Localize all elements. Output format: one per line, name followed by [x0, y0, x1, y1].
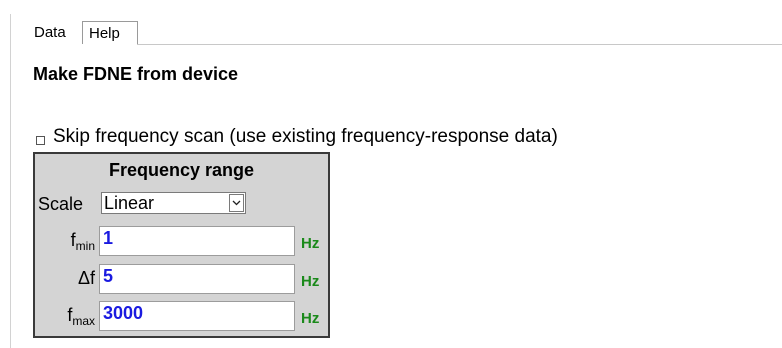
- tab-strip-divider: [137, 44, 782, 45]
- fmax-unit: Hz: [301, 310, 320, 327]
- frequency-range-panel: Frequency range Scale Linear fmin 1 Hz Δ…: [33, 152, 330, 338]
- fdne-dialog: Data Help Make FDNE from device Skip fre…: [0, 0, 782, 348]
- left-divider: [10, 14, 11, 348]
- page-title: Make FDNE from device: [33, 64, 239, 84]
- scale-select[interactable]: Linear: [101, 192, 246, 214]
- tab-bar: Data Help: [0, 0, 782, 45]
- fmax-input[interactable]: 3000: [99, 301, 295, 331]
- delta-f-input[interactable]: 5: [99, 264, 295, 294]
- fmin-label: fmin: [70, 230, 95, 253]
- fmin-unit: Hz: [301, 235, 320, 252]
- delta-f-label: Δf: [77, 268, 95, 288]
- frequency-range-title: Frequency range: [108, 160, 255, 180]
- delta-f-unit: Hz: [301, 273, 320, 290]
- scale-label: Scale: [38, 194, 84, 214]
- chevron-down-icon[interactable]: [229, 194, 244, 212]
- skip-scan-checkbox[interactable]: [36, 135, 45, 145]
- tab-help[interactable]: Help: [82, 21, 138, 44]
- fmax-label: fmax: [67, 305, 95, 328]
- scale-selected-value: Linear: [104, 193, 155, 213]
- skip-scan-row[interactable]: Skip frequency scan (use existing freque…: [36, 124, 558, 150]
- fmin-input[interactable]: 1: [99, 226, 295, 256]
- skip-scan-label: Skip frequency scan (use existing freque…: [53, 126, 558, 147]
- tab-data[interactable]: Data: [31, 21, 83, 44]
